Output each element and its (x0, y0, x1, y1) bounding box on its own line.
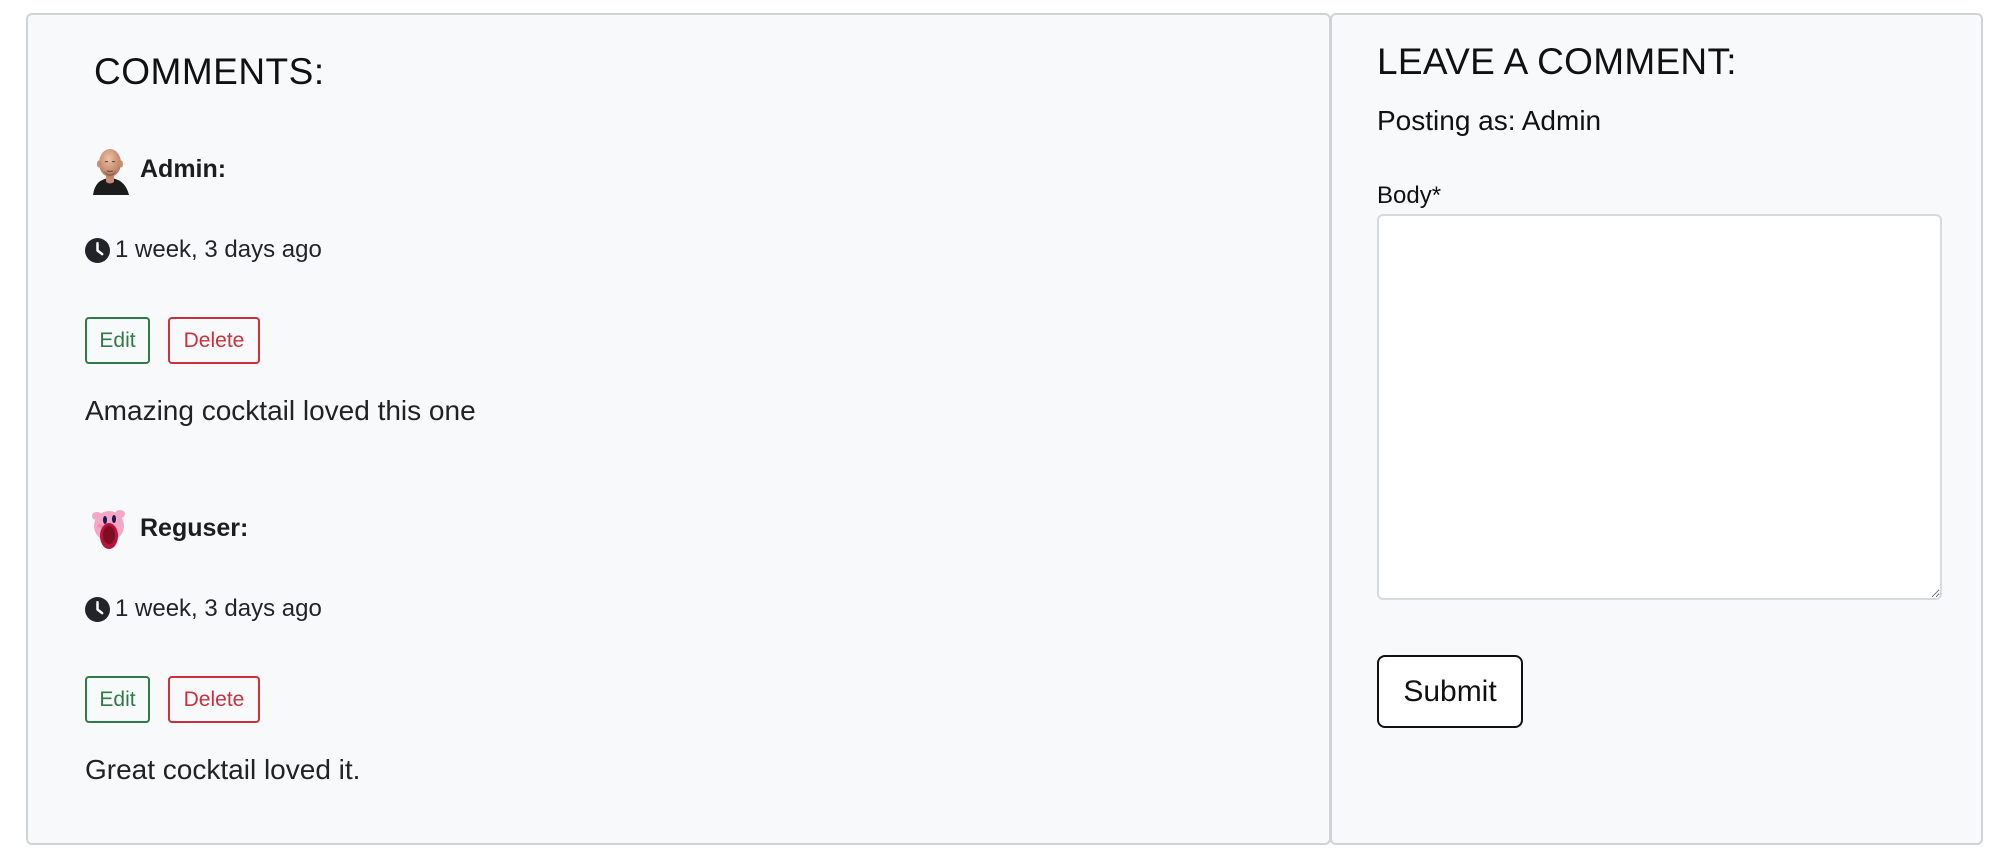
comment-body: Great cocktail loved it. (85, 754, 361, 785)
comment-header: Admin: (85, 145, 1285, 195)
comment-actions: Edit Delete (85, 676, 260, 723)
comments-panel: COMMENTS: Admin: 1 week, 3 days ago Edit… (26, 13, 1331, 845)
comment-actions: Edit Delete (85, 317, 260, 364)
clock-icon (85, 596, 110, 622)
leave-comment-title: LEAVE A COMMENT: (1377, 41, 1737, 82)
comment-author: Admin: (140, 155, 227, 183)
comment-body: Amazing cocktail loved this one (85, 395, 476, 426)
comment-timestamp: 1 week, 3 days ago (85, 236, 322, 264)
kirby-avatar (92, 510, 125, 549)
delete-button[interactable]: Delete (168, 676, 260, 723)
comment-author: Reguser: (140, 514, 249, 542)
edit-button[interactable]: Edit (85, 317, 150, 364)
page: COMMENTS: Admin: 1 week, 3 days ago Edit… (0, 0, 2000, 866)
submit-button[interactable]: Submit (1377, 655, 1523, 728)
posting-as-text: Posting as: Admin (1377, 105, 1602, 136)
leave-comment-panel: LEAVE A COMMENT: Posting as: Admin Body*… (1330, 13, 1983, 845)
comment-header: Reguser: (85, 504, 1285, 554)
comment-time-text: 1 week, 3 days ago (115, 595, 322, 622)
comment-body-textarea[interactable] (1377, 214, 1942, 600)
body-label: Body* (1377, 182, 1442, 209)
comment-time-text: 1 week, 3 days ago (115, 236, 322, 263)
comments-title: COMMENTS: (94, 51, 325, 92)
admin-avatar (93, 149, 129, 195)
comment-item: Admin: 1 week, 3 days ago Edit Delete Am… (85, 145, 1285, 426)
edit-button[interactable]: Edit (85, 676, 150, 723)
comment-timestamp: 1 week, 3 days ago (85, 595, 322, 623)
clock-icon (85, 237, 110, 263)
comment-item: Reguser: 1 week, 3 days ago Edit Delete … (85, 504, 1285, 785)
delete-button[interactable]: Delete (168, 317, 260, 364)
